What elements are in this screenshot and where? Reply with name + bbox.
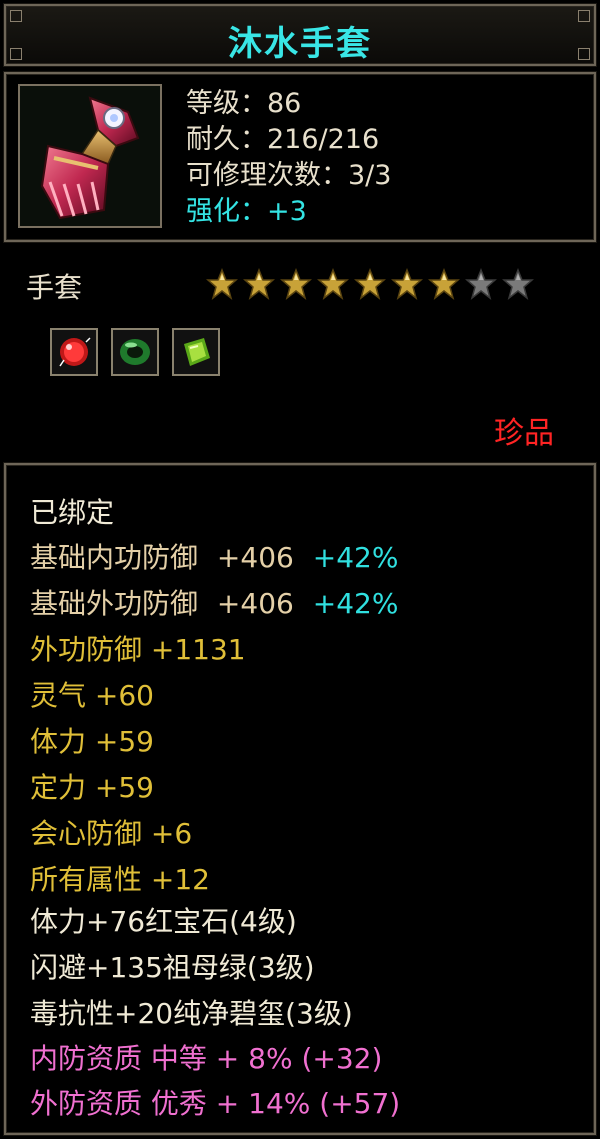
stat-spirit: 灵气 +60 [30,679,154,712]
item-name: 沐水手套 [228,24,372,64]
star-filled-icon [354,268,386,300]
stat-base-outer-defense: 基础外功防御 +406 +42% [30,584,398,624]
stat-crit-defense: 会心防御 +6 [30,817,193,850]
socket-emerald: 闪避+135祖母绿(3级) [30,951,315,984]
stat-all-attributes: 所有属性 +12 [30,863,210,896]
green-emerald-gem-icon [184,338,210,366]
quality-outer-defense: 外防资质 优秀 + 14% (+57) [30,1087,401,1120]
red-ruby-gem-icon [59,337,91,367]
green-jade-ring-icon [120,339,150,365]
stat-bonus: +42% [312,541,399,574]
star-empty-icon [465,268,497,300]
title-bar: 沐水手套 [4,4,596,66]
socket-ruby: 体力+76红宝石(4级) [30,905,297,938]
star-filled-icon [206,268,238,300]
star-empty-icon [502,268,534,300]
item-enhance-level: 强化：+3 [186,196,307,227]
stat-outer-defense: 外功防御 +1131 [30,633,246,666]
gauntlet-icon [40,96,140,220]
stat-label: 基础内功防御 [30,541,199,574]
star-filled-icon [428,268,460,300]
bound-status: 已绑定 [30,496,115,529]
gem-socket[interactable] [111,328,159,376]
stat-bonus: +42% [312,587,399,620]
star-filled-icon [243,268,275,300]
stat-label: 基础外功防御 [30,587,199,620]
stat-stamina: 体力 +59 [30,725,154,758]
gem-socket[interactable] [172,328,220,376]
stat-value: +406 [216,541,294,574]
star-rating [206,268,534,300]
item-durability: 耐久：216/216 [186,124,380,155]
item-header-panel: 等级：86 耐久：216/216 可修理次数：3/3 强化：+3 [4,72,596,242]
star-filled-icon [280,268,312,300]
item-icon-slot[interactable] [18,84,162,228]
stat-value: +406 [216,587,294,620]
rarity-label: 珍品 [494,416,554,451]
gem-sockets [50,328,220,376]
stats-panel: 已绑定 基础内功防御 +406 +42% 基础外功防御 +406 +42% 外功… [4,463,596,1135]
item-type: 手套 [26,271,83,304]
gem-socket[interactable] [50,328,98,376]
item-level: 等级：86 [186,88,302,119]
socket-tourmaline: 毒抗性+20纯净碧玺(3级) [30,997,353,1030]
star-filled-icon [317,268,349,300]
item-repair-count: 可修理次数：3/3 [186,160,392,191]
star-filled-icon [391,268,423,300]
stat-base-inner-defense: 基础内功防御 +406 +42% [30,538,398,578]
stat-focus: 定力 +59 [30,771,154,804]
quality-inner-defense: 内防资质 中等 + 8% (+32) [30,1042,383,1075]
